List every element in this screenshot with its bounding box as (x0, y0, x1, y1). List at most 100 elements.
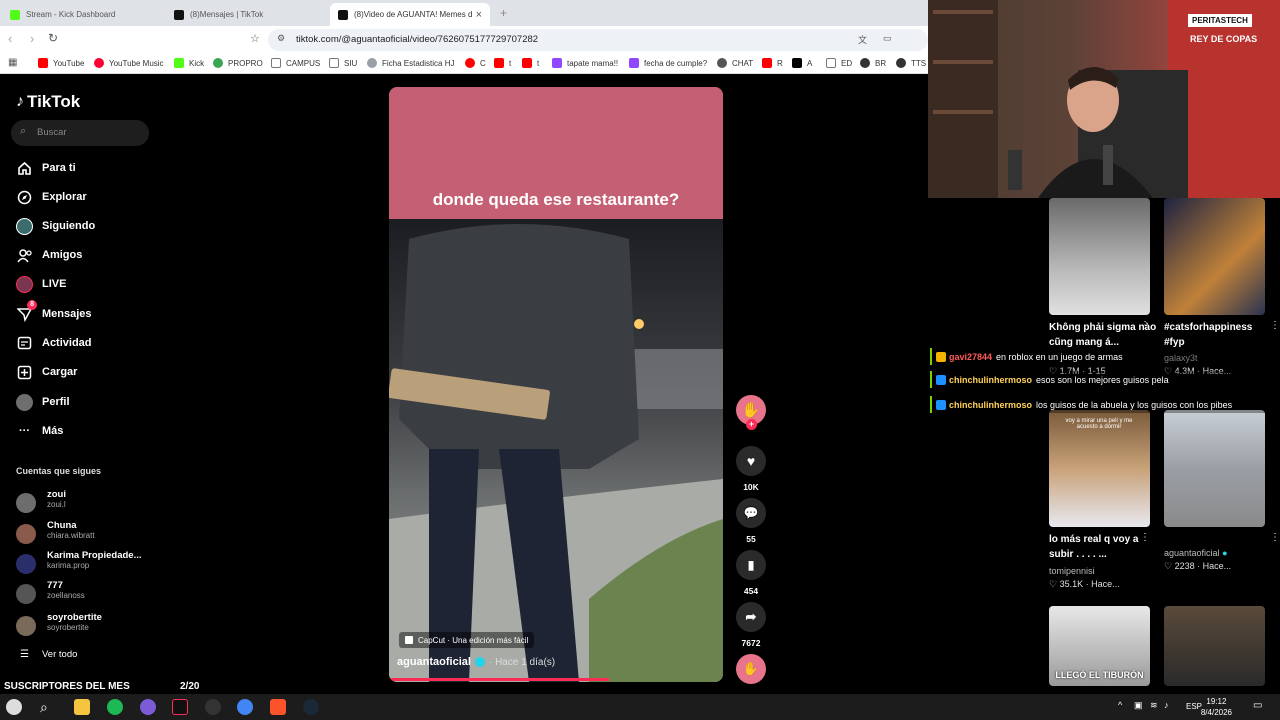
more-icon[interactable]: ⋮ (1270, 320, 1280, 331)
video-caption[interactable]: #catsforhappiness #fyp (1164, 320, 1274, 350)
brave-icon[interactable] (270, 699, 286, 715)
bookmark-item[interactable]: BR (860, 58, 886, 68)
back-icon[interactable]: ‹ (8, 31, 12, 46)
nav-item-actividad[interactable]: Actividad (16, 333, 92, 353)
steam-icon[interactable] (303, 699, 319, 715)
video-thumbnail[interactable]: LLEGÓ EL TIBURÓN (1049, 606, 1150, 686)
reload-icon[interactable]: ↻ (48, 31, 58, 45)
tiktok-logo[interactable]: ♪ TikTok (16, 92, 80, 112)
more-icon[interactable]: ⋮ (1140, 320, 1150, 331)
youtube-icon (38, 58, 48, 68)
tab-tiktok-video[interactable]: (8)Video de AGUANTA! Memes d × (330, 3, 490, 26)
translate-icon[interactable]: 文 (858, 33, 867, 46)
bookmark-item[interactable]: t (522, 58, 539, 68)
nav-item-para-ti[interactable]: Para ti (16, 158, 76, 178)
globe-icon (367, 58, 377, 68)
nav-item-siguiendo[interactable]: Siguiendo (16, 216, 95, 236)
bookmark-item[interactable]: TTS (896, 58, 926, 68)
video-author[interactable]: tomipennisi (1049, 566, 1095, 576)
chrome-icon[interactable] (237, 699, 253, 715)
cast-icon[interactable]: ▭ (883, 33, 892, 44)
bookmark-icon: ▮ (736, 550, 766, 580)
network-icon[interactable]: ▣ (1134, 700, 1143, 711)
tiktok-icon[interactable] (172, 699, 188, 715)
youtube-icon (522, 58, 532, 68)
search-icon: ⌕ (20, 125, 27, 137)
tab-kick-dashboard[interactable]: Stream - Kick Dashboard (2, 3, 162, 26)
see-all-link[interactable]: ☰ Ver todo (16, 644, 77, 664)
bookmark-item[interactable]: fecha de cumple? (629, 58, 707, 68)
video-player[interactable]: donde queda ese restaurante? CapCut · Un… (389, 87, 723, 682)
video-author[interactable]: aguantaoficial ● (1164, 548, 1228, 558)
system-clock[interactable]: 19:12 8/4/2026 (1201, 696, 1232, 718)
address-bar: ‹ › ↻ ☆ ⚙ tiktok.com/@aguantaoficial/vid… (0, 26, 928, 54)
thumbnail-overlay-text: LLEGÓ EL TIBURÓN (1055, 670, 1144, 680)
like-button[interactable]: ♥ 10K (735, 446, 767, 492)
follow-plus-icon[interactable]: + (746, 419, 757, 430)
bookmark-item[interactable]: C (465, 58, 486, 68)
search-icon[interactable]: ⌕ (40, 699, 56, 715)
video-progress-bar[interactable] (389, 678, 610, 681)
bookmark-item[interactable]: YouTube (38, 58, 84, 68)
more-icon[interactable]: ⋮ (1270, 532, 1280, 543)
webcam-overlay: PERITASTECH REY DE COPAS (928, 0, 1280, 198)
language-indicator[interactable]: ESP (1186, 702, 1202, 711)
nav-item-amigos[interactable]: Amigos (16, 245, 82, 265)
bookmark-item[interactable]: t (494, 58, 511, 68)
bookmark-item[interactable]: PROPRO (213, 58, 263, 68)
comment-button[interactable]: 💬 55 (735, 498, 767, 544)
video-thumbnail[interactable] (1164, 606, 1265, 686)
badge-icon (936, 374, 946, 385)
bookmark-item[interactable]: CAMPUS (271, 58, 320, 68)
video-thumbnail[interactable] (1164, 410, 1265, 527)
file-explorer-icon[interactable] (74, 699, 90, 715)
share-button[interactable]: ➦ 7672 (735, 602, 767, 648)
propro-icon (213, 58, 223, 68)
bookmark-item[interactable]: YouTube Music (94, 58, 164, 68)
bookmark-item[interactable]: tapate mama!! (552, 58, 618, 68)
chat-message: gavi27844 en roblox en un juego de armas (930, 348, 1280, 365)
volume-icon[interactable]: ♪ (1164, 700, 1169, 710)
nav-item-mensajes[interactable]: 8 Mensajes (16, 299, 92, 324)
weather-icon[interactable] (6, 699, 22, 715)
video-author[interactable]: aguantaoficial · Hace 1 día(s) (397, 656, 555, 668)
bookmark-item[interactable]: R (762, 58, 783, 68)
badge-icon (936, 351, 946, 362)
nav-item-cargar[interactable]: Cargar (16, 362, 77, 382)
video-thumbnail[interactable] (1049, 198, 1150, 315)
notification-icon[interactable]: ▭ (1253, 700, 1262, 711)
bookmark-item[interactable]: Kick (174, 58, 204, 68)
discord-icon[interactable] (140, 699, 156, 715)
capcut-label[interactable]: CapCut · Una edición más fácil (399, 632, 535, 648)
tab-tiktok-messages[interactable]: (8)Mensajes | TikTok (166, 3, 326, 26)
search-input[interactable]: ⌕ Buscar (11, 120, 149, 146)
bookmark-item[interactable]: SIU (329, 58, 357, 68)
site-info-icon[interactable]: ⚙ (277, 33, 285, 44)
tray-arrow-icon[interactable]: ^ (1118, 700, 1122, 710)
sound-avatar-button[interactable]: ✋ (735, 654, 767, 690)
author-avatar-button[interactable]: ✋ + (735, 395, 767, 431)
bookmark-item[interactable]: CHAT (717, 58, 753, 68)
bookmark-icon[interactable]: ☆ (250, 32, 260, 45)
url-field[interactable]: ⚙ tiktok.com/@aguantaoficial/video/76260… (268, 29, 928, 51)
nav-item-explorar[interactable]: Explorar (16, 187, 87, 207)
wifi-icon[interactable]: ≋ (1150, 700, 1158, 711)
nav-item-perfil[interactable]: Perfil (16, 392, 70, 412)
nav-item-mas[interactable]: ··· Más (16, 421, 63, 441)
new-tab-icon[interactable]: + (500, 6, 507, 20)
br-icon (860, 58, 870, 68)
home-icon (16, 160, 33, 177)
obs-icon[interactable] (205, 699, 221, 715)
save-button[interactable]: ▮ 454 (735, 550, 767, 596)
video-thumbnail[interactable]: voy a mirar una peli y me acuesto a dorm… (1049, 410, 1150, 527)
forward-icon[interactable]: › (30, 31, 34, 46)
video-thumbnail[interactable] (1164, 198, 1265, 315)
bookmark-item[interactable]: ED (826, 58, 852, 68)
bookmark-item[interactable]: Ficha Estadistica HJ (367, 58, 454, 68)
more-icon[interactable]: ⋮ (1140, 532, 1150, 543)
spotify-icon[interactable] (107, 699, 123, 715)
bookmark-item[interactable]: A (792, 58, 812, 68)
nav-item-live[interactable]: LIVE (16, 274, 66, 294)
close-tab-icon[interactable]: × (476, 9, 482, 21)
apps-grid-icon[interactable]: ▦ (8, 57, 17, 68)
